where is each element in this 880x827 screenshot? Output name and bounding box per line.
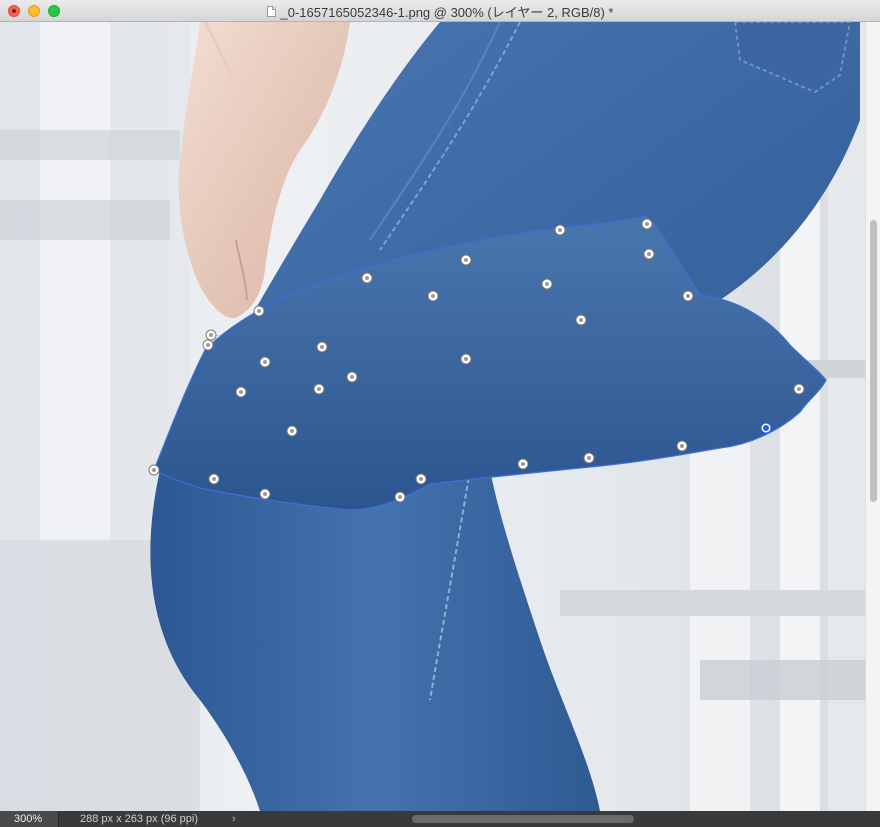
status-bar: 300% 288 px x 263 px (96 ppi) › [0,811,880,827]
canvas-image [0,22,865,811]
document-canvas[interactable] [0,22,865,811]
warp-pin-center [206,343,210,347]
window-title-group: _0-1657165052346-1.png @ 300% (レイヤー 2, R… [0,0,880,22]
window-title: _0-1657165052346-1.png @ 300% (レイヤー 2, R… [280,4,614,20]
warp-pin-center [350,375,354,379]
selected-warp-pin-center [763,425,769,431]
zoom-level-field[interactable]: 300% [0,811,59,827]
warp-pin-center [290,429,294,433]
warp-pin-center [464,258,468,262]
warp-pin-center [464,357,468,361]
warp-pin-center [545,282,549,286]
warp-pin-center [212,477,216,481]
warp-pin-center [558,228,562,232]
horizontal-scrollbar[interactable] [245,814,865,824]
vertical-scroll-thumb[interactable] [870,220,877,502]
warp-pin-center [263,492,267,496]
warp-pin-center [797,387,801,391]
document-info: 288 px x 263 px (96 ppi) [80,813,199,825]
status-menu-arrow-icon[interactable]: › [232,811,236,827]
warp-pin-center [317,387,321,391]
warp-pin-center [209,333,213,337]
warp-pin-center [320,345,324,349]
warp-pin-center [263,360,267,364]
warp-pin-center [365,276,369,280]
document-icon[interactable] [266,5,276,17]
warp-pin-center [398,495,402,499]
warp-pin-center [521,462,525,466]
warp-pin-center [647,252,651,256]
warp-pin-center [257,309,261,313]
warp-pin-center [680,444,684,448]
warp-pin-center [239,390,243,394]
warp-pin-center [587,456,591,460]
warp-pin-center [579,318,583,322]
vertical-scrollbar[interactable] [865,22,880,811]
warp-pin-center [152,468,156,472]
warp-pin-center [686,294,690,298]
warp-pin-center [419,477,423,481]
title-bar: _0-1657165052346-1.png @ 300% (レイヤー 2, R… [0,0,880,22]
horizontal-scroll-thumb[interactable] [412,815,634,823]
warp-pin-center [645,222,649,226]
warp-pin-center [431,294,435,298]
